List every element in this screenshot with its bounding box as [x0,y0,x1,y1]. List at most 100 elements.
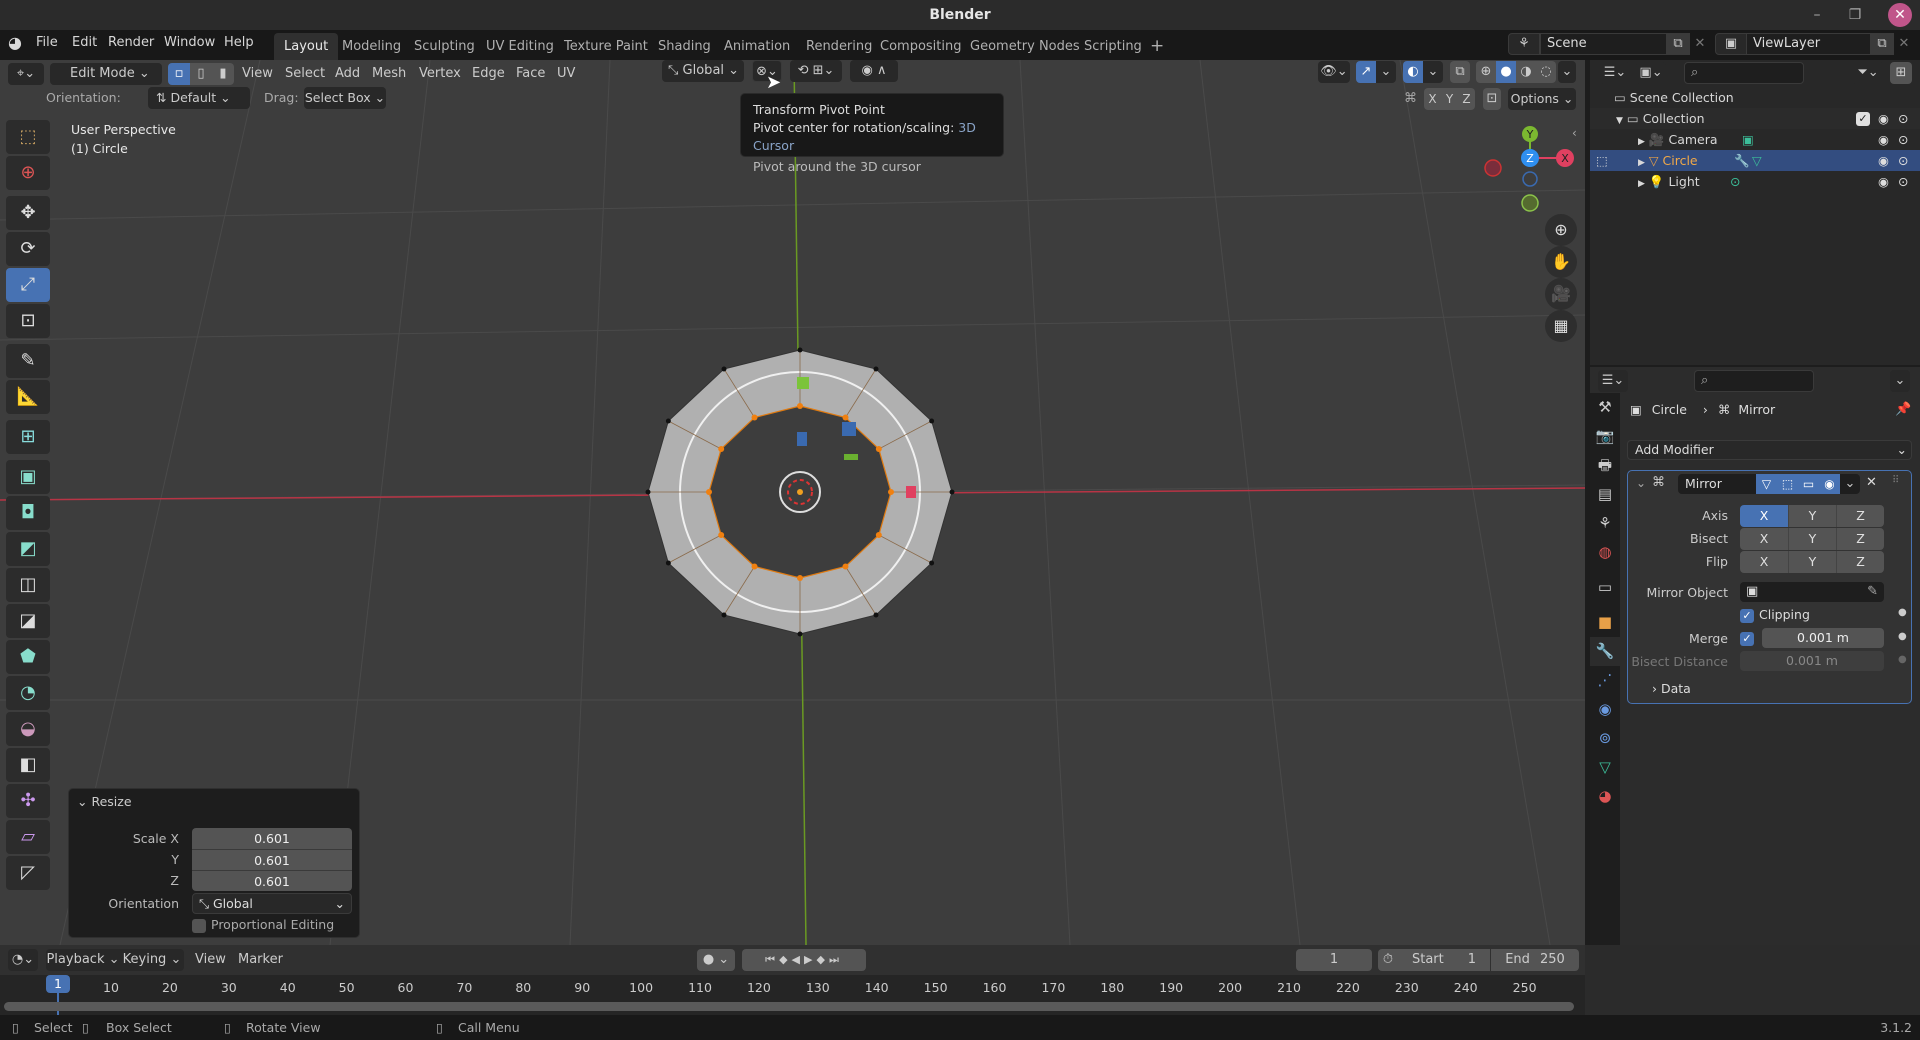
view-layer-icon[interactable]: ▣ [1715,33,1747,55]
camera-render-icon[interactable]: ⊙ [1898,129,1908,150]
prev-keyframe-icon[interactable]: ◆ [779,953,791,966]
outliner-editor-type[interactable]: ☰⌄ [1600,62,1630,84]
properties-options-dropdown[interactable]: ⌄ [1890,370,1910,392]
menu-face[interactable]: Face [516,63,545,85]
pan-view-button[interactable]: ✋ [1545,246,1577,278]
menu-help[interactable]: Help [224,30,254,56]
menu-uv[interactable]: UV [557,63,575,85]
menu-edit[interactable]: Edit [72,30,97,56]
zoom-view-button[interactable]: ⊕ [1545,214,1577,246]
tab-layout[interactable]: Layout [274,33,339,60]
resize-panel-header[interactable]: ⌄ Resize [77,794,132,809]
mesh-vertex[interactable] [797,631,803,637]
collection-render-icon[interactable]: ⊙ [1898,108,1908,129]
auto-merge-toggle[interactable]: ⊡ [1483,88,1501,110]
shear-tool[interactable]: ▱ [6,820,50,854]
sidebar-toggle[interactable]: ‹ [1572,126,1577,140]
mesh-vertex-selected[interactable] [875,532,882,538]
menu-file[interactable]: File [36,30,58,56]
bisect-z-toggle[interactable]: Z [1836,528,1884,550]
mode-dropdown[interactable]: Edit Mode ⌄ [50,63,162,85]
modifier-wrench-icon[interactable]: 🔧 [1734,150,1750,171]
preview-range-toggle[interactable]: ⏱ [1378,949,1398,971]
keying-menu[interactable]: Keying ⌄ [120,949,184,971]
axis-z-toggle[interactable]: Z [1836,505,1884,527]
face-select-button[interactable]: ▮ [212,63,234,85]
wireframe-shading-button[interactable]: ⊕ [1476,61,1496,83]
tab-compositing[interactable]: Compositing [870,33,972,60]
solid-shading-button[interactable]: ● [1496,61,1516,83]
selectability-visibility-button[interactable]: 👁⌄ [1318,61,1350,83]
rendered-shading-button[interactable]: ◌ [1536,61,1556,83]
extrude-region-tool[interactable]: ▣ [6,460,50,494]
edit-mode-toggle[interactable]: ▽ [1756,474,1777,494]
spin-tool[interactable]: ◔ [6,676,50,710]
tab-uv-editing[interactable]: UV Editing [476,33,564,60]
next-keyframe-icon[interactable]: ◆ [816,953,828,966]
menu-select[interactable]: Select [285,63,325,85]
gizmo-dropdown[interactable]: ⌄ [1376,61,1396,83]
rip-region-tool[interactable]: ◸ [6,856,50,890]
snap-toggle[interactable]: ⟲ ⊞⌄ [790,60,842,82]
marker-menu[interactable]: Marker [238,949,283,971]
mesh-vertex-selected[interactable] [718,532,725,538]
menu-vertex[interactable]: Vertex [419,63,461,85]
options-dropdown[interactable]: Options ⌄ [1508,88,1576,110]
mesh-vertex-selected[interactable] [842,414,849,421]
jump-start-icon[interactable]: ⏮ [765,953,779,966]
camera-view-button[interactable]: 🎥 [1545,278,1577,310]
delete-view-layer-button[interactable]: ✕ [1894,33,1914,55]
physics-tab[interactable]: ◉ [1590,695,1620,724]
modifier-extras-dropdown[interactable]: ⌄ [1840,474,1860,494]
render-toggle[interactable]: ◉ [1819,474,1840,494]
inset-faces-tool[interactable]: ◘ [6,496,50,530]
new-collection-button[interactable]: ⊞ [1890,62,1912,84]
menu-render[interactable]: Render [108,30,154,56]
on-cage-toggle[interactable]: ⬚ [1777,474,1798,494]
properties-search-input[interactable]: ⌕ [1694,370,1814,392]
outliner-display-mode[interactable]: ▣⌄ [1636,62,1666,84]
edge-select-button[interactable]: ▯ [190,63,212,85]
gizmo-neg-z[interactable] [1522,171,1538,187]
editor-type-button[interactable]: ⌖⌄ [8,63,44,85]
outliner-search-input[interactable]: ⌕ [1684,62,1804,84]
loop-cut-tool[interactable]: ◫ [6,568,50,602]
drag-dropdown[interactable]: Select Box ⌄ [304,87,386,109]
transform-tool[interactable]: ⊡ [6,304,50,338]
toggle-projection-button[interactable]: ▦ [1545,310,1577,342]
outliner-scene-collection[interactable]: ▭ Scene Collection [1590,87,1920,108]
overlays-dropdown[interactable]: ⌄ [1423,61,1443,83]
add-modifier-dropdown[interactable]: Add Modifier ⌄ [1627,440,1912,460]
proportional-editing-toggle[interactable]: ◉ ∧ [850,60,898,82]
mesh-vertex[interactable] [929,560,935,566]
bisect-x-toggle[interactable]: X [1740,528,1788,550]
light-visibility-icon[interactable]: ◉ [1878,171,1889,192]
circle-mesh[interactable] [645,347,955,637]
playback-controls[interactable]: ⏮◆◀▶◆⏭ [742,949,866,971]
poly-build-tool[interactable]: ⬟ [6,640,50,674]
edge-slide-tool[interactable]: ◧ [6,748,50,782]
object-tab[interactable]: ■ [1590,608,1620,637]
overlays-toggle[interactable]: ◐ [1403,61,1423,83]
mesh-vertex-selected[interactable] [751,414,758,421]
transform-orientation-dropdown[interactable]: ⤡ Global ⌄ [662,60,744,82]
view-layer-field[interactable]: ViewLayer [1746,33,1876,55]
gizmo-neg-y[interactable] [1521,194,1539,212]
close-window-button[interactable]: ✕ [1888,3,1912,27]
flip-y-toggle[interactable]: Y [1788,551,1836,573]
mirror-x-toggle[interactable]: X [1424,88,1441,110]
constraints-tab[interactable]: ⊚ [1590,724,1620,753]
measure-tool[interactable]: 📐 [6,380,50,414]
playback-menu[interactable]: Playback ⌄ [46,949,120,971]
remove-modifier-button[interactable]: ✕ [1866,475,1877,490]
mesh-vertex-selected[interactable] [797,575,803,581]
tab-modeling[interactable]: Modeling [332,33,411,60]
current-frame-field[interactable]: 1 [1296,949,1372,971]
flip-x-toggle[interactable]: X [1740,551,1788,573]
vertex-select-button[interactable]: ▫ [168,63,190,85]
clipping-keyframe-dot[interactable]: ● [1898,607,1907,618]
gizmo-xz-plane-handle[interactable] [844,454,858,460]
mesh-vertex[interactable] [645,489,651,495]
annotate-tool[interactable]: ✎ [6,344,50,378]
particles-tab[interactable]: ⋰ [1590,666,1620,695]
